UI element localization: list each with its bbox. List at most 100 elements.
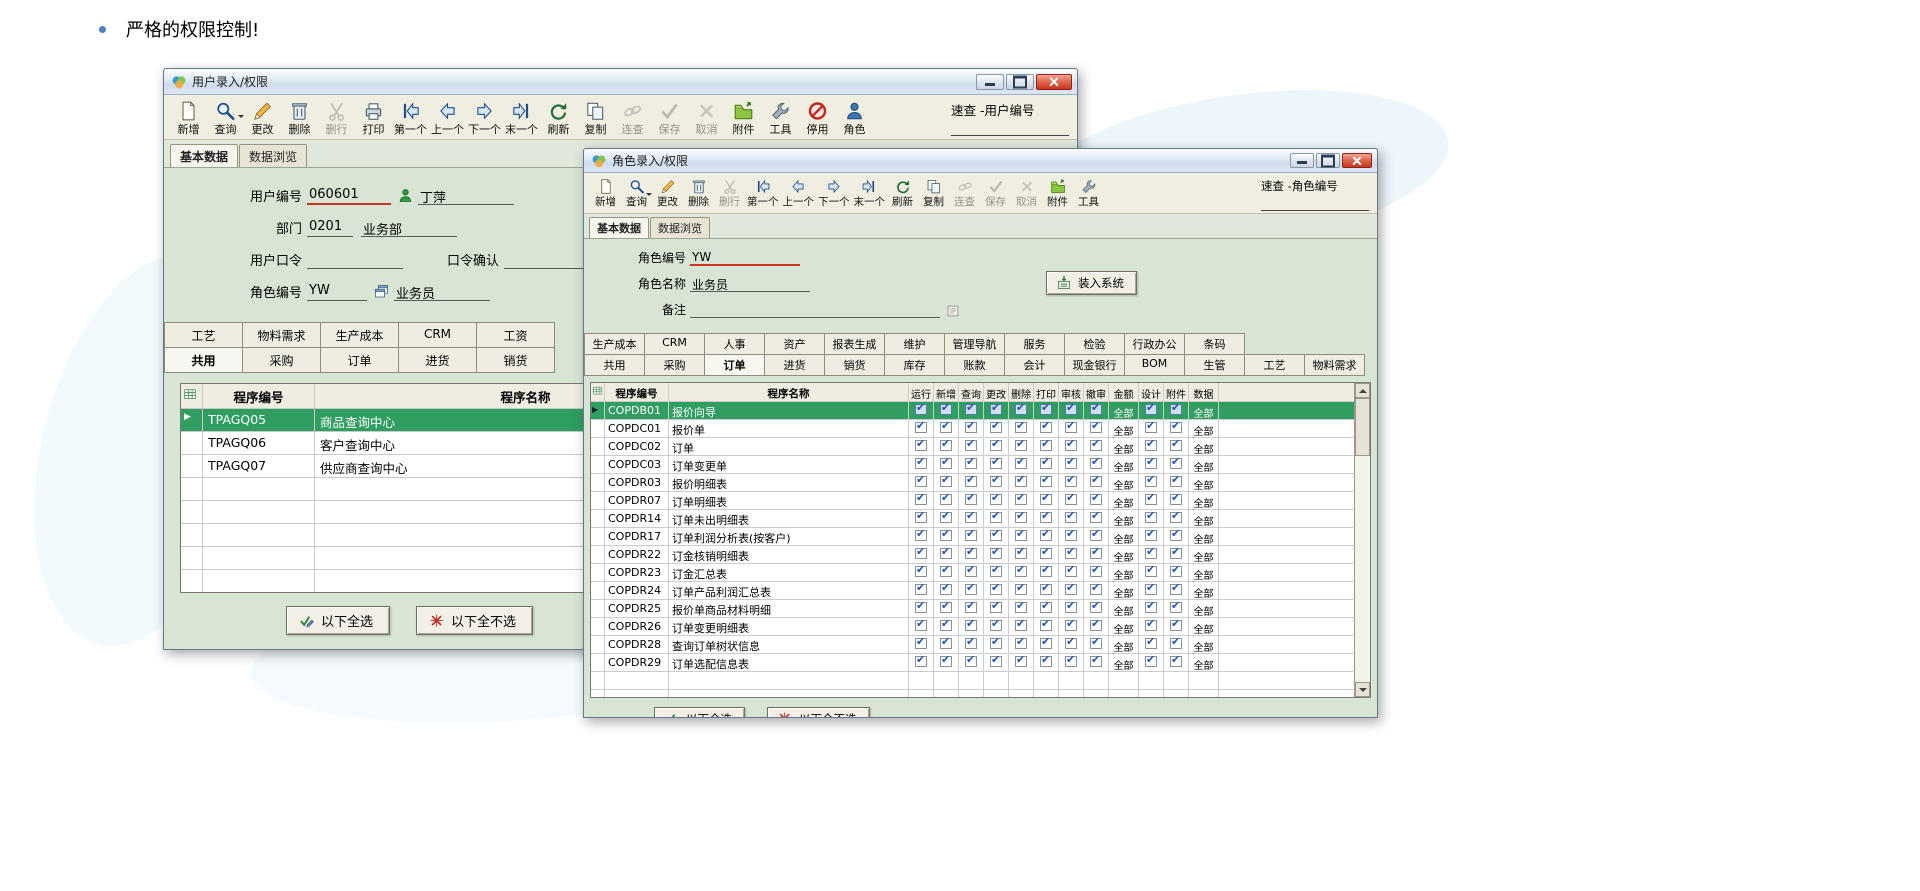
permission-checkbox[interactable] [1040,422,1052,433]
module-tab[interactable]: 物料需求 [242,322,321,348]
module-tab[interactable]: 共用 [584,354,645,376]
grid-row[interactable]: COPDR22订金核销明细表全部全部 [591,545,1354,563]
permission-checkbox[interactable] [990,404,1002,415]
permission-checkbox[interactable] [1040,494,1052,505]
permission-checkbox[interactable] [1170,638,1182,649]
permission-checkbox[interactable] [965,548,977,559]
toolbar-button-stop[interactable]: 停用 [799,99,836,137]
module-tab[interactable]: 订单 [320,347,399,373]
permission-checkbox[interactable] [915,638,927,649]
module-tab[interactable]: 行政办公 [1124,333,1185,355]
window2-titlebar[interactable]: 角色录入/权限 [584,149,1377,173]
toolbar-button-trash[interactable]: 删除 [281,99,318,137]
module-tab[interactable]: 物料需求 [1304,354,1365,376]
module-tab[interactable]: 管理导航 [944,333,1005,355]
module-tab[interactable]: BOM [1124,354,1185,376]
grid-row[interactable]: COPDC03订单变更单全部全部 [591,455,1354,473]
grid-row[interactable]: ▶COPDB01报价向导全部全部 [591,401,1354,419]
permission-checkbox[interactable] [1015,440,1027,451]
grid-row[interactable]: COPDR03报价明细表全部全部 [591,473,1354,491]
module-tab[interactable]: 检验 [1064,333,1125,355]
permission-checkbox[interactable] [915,512,927,523]
select-all-button[interactable]: 以下全选 [654,707,745,717]
permission-checkbox[interactable] [915,476,927,487]
permission-checkbox[interactable] [1170,404,1182,415]
grid-row[interactable]: COPDC02订单全部全部 [591,437,1354,455]
permission-all-cell[interactable]: 全部 [1109,474,1139,491]
grid-row[interactable]: COPDC01报价单全部全部 [591,419,1354,437]
grid-row[interactable]: COPDR25报价单商品材料明细全部全部 [591,599,1354,617]
close-button[interactable] [1036,74,1072,90]
permission-checkbox[interactable] [1065,602,1077,613]
toolbar-button-last[interactable]: 末一个 [852,177,888,210]
permission-checkbox[interactable] [1065,494,1077,505]
data-tab[interactable]: 基本数据 [589,217,649,238]
permission-checkbox[interactable] [1065,512,1077,523]
permission-checkbox[interactable] [915,458,927,469]
permission-all-cell[interactable]: 全部 [1189,654,1219,671]
permission-checkbox[interactable] [1170,602,1182,613]
permission-checkbox[interactable] [1145,494,1157,505]
scroll-down-button[interactable] [1355,682,1370,697]
permission-checkbox[interactable] [1065,620,1077,631]
quick-search-input[interactable] [1261,194,1369,211]
module-tab[interactable]: 进货 [764,354,825,376]
permission-checkbox[interactable] [1170,494,1182,505]
module-tab[interactable]: 账款 [944,354,1005,376]
toolbar-button-tools[interactable]: 工具 [762,99,799,137]
permission-checkbox[interactable] [940,440,952,451]
vertical-scrollbar[interactable] [1354,383,1370,697]
permission-checkbox[interactable] [990,440,1002,451]
scroll-up-button[interactable] [1355,383,1370,398]
permission-checkbox[interactable] [940,638,952,649]
permission-checkbox[interactable] [915,440,927,451]
toolbar-button-first[interactable]: 第一个 [745,177,781,210]
permission-checkbox[interactable] [1145,566,1157,577]
permission-checkbox[interactable] [990,548,1002,559]
permission-checkbox[interactable] [1090,494,1102,505]
module-tab[interactable]: 工艺 [164,322,243,348]
permission-checkbox[interactable] [940,476,952,487]
permission-checkbox[interactable] [965,602,977,613]
toolbar-button-tools[interactable]: 工具 [1073,177,1104,210]
permission-checkbox[interactable] [1145,512,1157,523]
permission-checkbox[interactable] [1015,584,1027,595]
permission-checkbox[interactable] [1170,422,1182,433]
permission-all-cell[interactable]: 全部 [1189,492,1219,509]
select-all-button[interactable]: 以下全选 [286,606,390,635]
permission-checkbox[interactable] [1065,530,1077,541]
permission-checkbox[interactable] [1145,602,1157,613]
permission-checkbox[interactable] [990,494,1002,505]
grid-row[interactable]: COPDR24订单产品利润汇总表全部全部 [591,581,1354,599]
permission-checkbox[interactable] [1015,566,1027,577]
permission-checkbox[interactable] [940,620,952,631]
permission-checkbox[interactable] [990,656,1002,667]
permission-checkbox[interactable] [990,584,1002,595]
toolbar-button-edit[interactable]: 更改 [652,177,683,210]
permission-checkbox[interactable] [965,512,977,523]
permission-checkbox[interactable] [965,422,977,433]
module-tab[interactable]: 销货 [476,347,555,373]
dept-code-field[interactable]: 0201 [307,219,353,237]
permission-checkbox[interactable] [1145,476,1157,487]
toolbar-button-attachment[interactable]: 附件 [1042,177,1073,210]
permission-all-cell[interactable]: 全部 [1109,528,1139,545]
toolbar-button-search[interactable]: 查询 [207,99,244,137]
scroll-thumb[interactable] [1355,398,1370,456]
permission-all-cell[interactable]: 全部 [1189,546,1219,563]
permission-checkbox[interactable] [990,620,1002,631]
permission-checkbox[interactable] [1015,656,1027,667]
permission-all-cell[interactable]: 全部 [1109,618,1139,635]
permission-checkbox[interactable] [1170,620,1182,631]
toolbar-button-new-doc[interactable]: 新增 [170,99,207,137]
permission-checkbox[interactable] [1015,404,1027,415]
permission-checkbox[interactable] [1145,548,1157,559]
permission-checkbox[interactable] [965,440,977,451]
permission-checkbox[interactable] [1090,584,1102,595]
permission-all-cell[interactable]: 全部 [1109,600,1139,617]
permission-checkbox[interactable] [1145,656,1157,667]
module-tab[interactable]: 报表生成 [824,333,885,355]
module-tab[interactable]: 生产成本 [320,322,399,348]
toolbar-button-prev[interactable]: 上一个 [429,99,466,137]
permission-checkbox[interactable] [1170,656,1182,667]
